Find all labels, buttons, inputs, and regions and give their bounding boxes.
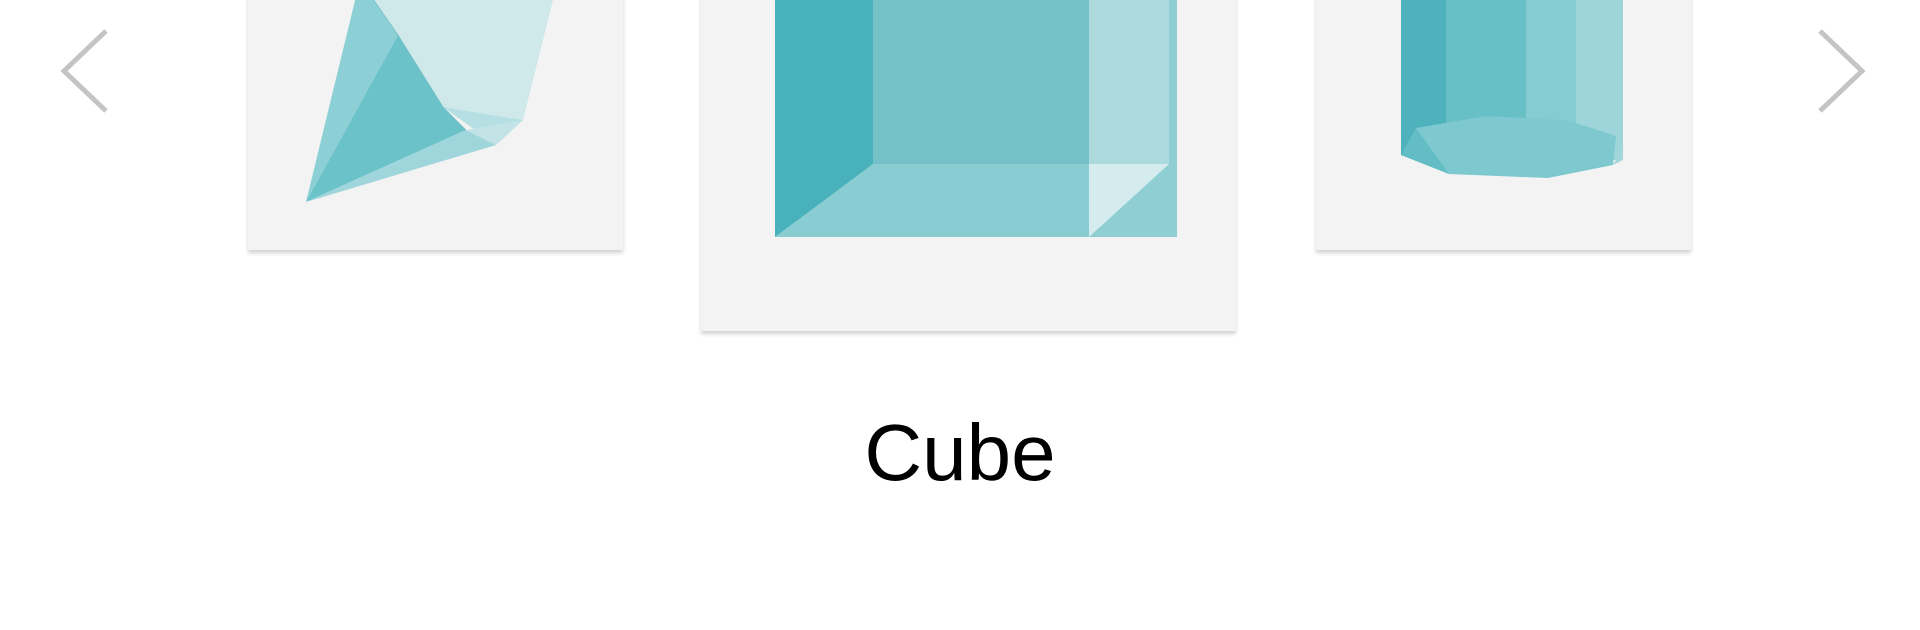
cube-icon (775, 0, 1177, 237)
octahedron-icon (306, 0, 553, 202)
chevron-right-icon (1818, 29, 1866, 113)
previous-button[interactable] (56, 26, 116, 116)
next-button[interactable] (1810, 26, 1870, 116)
shape-carousel: Cube (0, 0, 1920, 630)
shape-card-octahedron[interactable] (248, 0, 623, 250)
selected-shape-label: Cube (864, 408, 1056, 497)
shape-card-cube[interactable] (701, 0, 1236, 331)
shape-card-cylinder[interactable] (1316, 0, 1691, 250)
cylinder-icon (1401, 0, 1623, 178)
chevron-left-icon (60, 29, 108, 113)
